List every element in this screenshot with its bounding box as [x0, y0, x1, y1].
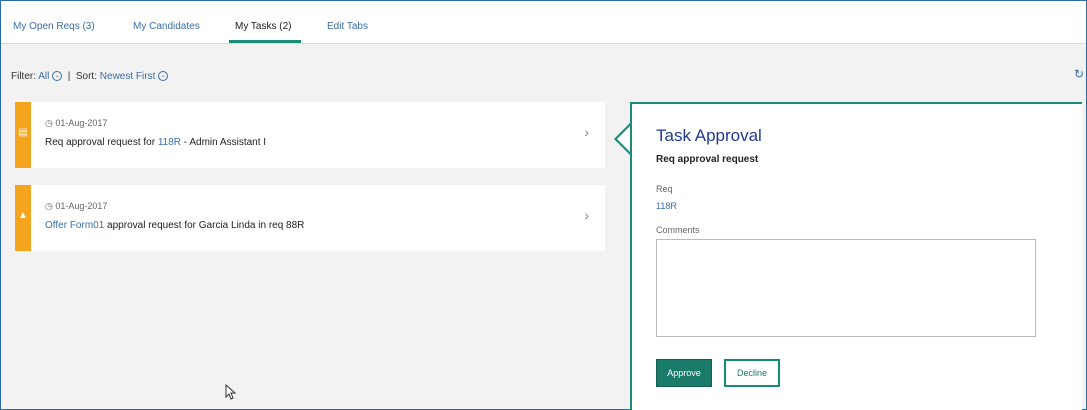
- task-date-text: 01-Aug-2017: [55, 118, 108, 128]
- sort-value: Newest First: [99, 71, 156, 82]
- app-frame: My Open Reqs (3) My Candidates My Tasks …: [0, 0, 1087, 410]
- refresh-icon[interactable]: ↻: [1074, 67, 1084, 81]
- task-message: Offer Form01 approval request for Garcia…: [45, 220, 304, 231]
- sort-label: Sort:: [75, 71, 97, 82]
- filter-sort-bar: Filter: All ⌄ | Sort: Newest First ⌄: [11, 71, 169, 82]
- req-label: Req: [656, 184, 673, 194]
- task-offer-link[interactable]: Offer Form01: [45, 220, 104, 231]
- approval-icon: ▤: [18, 127, 28, 138]
- task-date: ◷ 01-Aug-2017: [45, 201, 107, 212]
- filter-value: All: [38, 71, 50, 82]
- comments-textarea[interactable]: [656, 239, 1036, 337]
- task-message-suffix: approval request for Garcia Linda in req…: [104, 220, 305, 231]
- tab-my-open-reqs[interactable]: My Open Reqs (3): [13, 21, 95, 32]
- task-status-bar: ▲: [15, 185, 31, 251]
- chevron-right-icon: ›: [584, 124, 589, 140]
- sort-dropdown[interactable]: Newest First ⌄: [99, 71, 169, 82]
- chevron-down-icon: ⌄: [158, 71, 169, 82]
- filter-dropdown[interactable]: All ⌄: [38, 71, 65, 82]
- clock-icon: ◷: [45, 118, 53, 128]
- tab-edit-tabs[interactable]: Edit Tabs: [327, 21, 368, 32]
- tab-my-candidates[interactable]: My Candidates: [133, 21, 200, 32]
- chevron-down-icon: ⌄: [52, 71, 63, 82]
- task-date: ◷ 01-Aug-2017: [45, 118, 107, 129]
- task-message: Req approval request for 118R - Admin As…: [45, 137, 266, 148]
- filter-label: Filter:: [11, 71, 36, 82]
- clock-icon: ◷: [45, 201, 53, 211]
- tab-bar: My Open Reqs (3) My Candidates My Tasks …: [1, 1, 1086, 44]
- task-date-text: 01-Aug-2017: [55, 201, 108, 211]
- task-message-suffix: - Admin Assistant I: [181, 137, 267, 148]
- task-approval-panel: Task Approval Req approval request Req 1…: [630, 102, 1082, 410]
- decline-button[interactable]: Decline: [724, 359, 780, 387]
- approve-button[interactable]: Approve: [656, 359, 712, 387]
- chevron-right-icon: ›: [584, 207, 589, 223]
- task-card-2[interactable]: ▲ ◷ 01-Aug-2017 Offer Form01 approval re…: [15, 185, 605, 251]
- panel-title: Task Approval: [656, 126, 762, 145]
- panel-subtitle: Req approval request: [656, 154, 759, 165]
- active-tab-indicator: [229, 40, 301, 43]
- task-req-link[interactable]: 118R: [158, 137, 181, 148]
- filter-separator: |: [67, 71, 71, 82]
- tab-my-tasks[interactable]: My Tasks (2): [235, 21, 292, 32]
- task-card-1[interactable]: ▤ ◷ 01-Aug-2017 Req approval request for…: [15, 102, 605, 168]
- comments-label: Comments: [656, 225, 700, 235]
- task-message-prefix: Req approval request for: [45, 137, 158, 148]
- req-link[interactable]: 118R: [656, 201, 677, 211]
- warning-icon: ▲: [18, 210, 28, 221]
- task-status-bar: ▤: [15, 102, 31, 168]
